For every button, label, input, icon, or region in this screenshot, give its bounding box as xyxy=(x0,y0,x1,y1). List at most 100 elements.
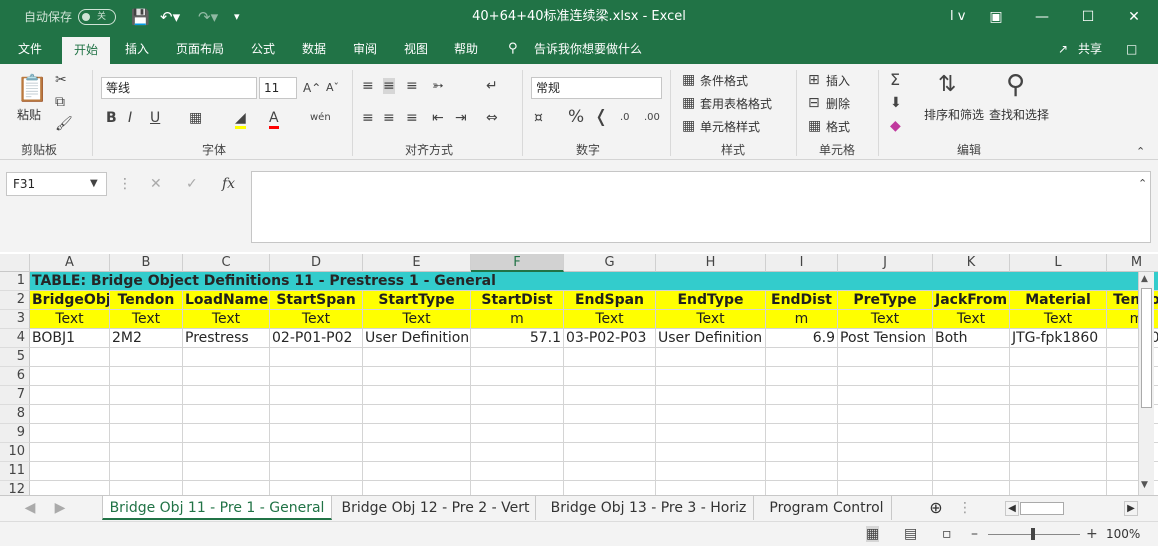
data-cell[interactable] xyxy=(471,367,564,386)
format-painter-icon[interactable]: 🖌 xyxy=(55,116,73,132)
tab-formulas[interactable]: 公式 xyxy=(251,34,275,64)
unit-cell[interactable]: Text xyxy=(838,310,933,329)
data-cell[interactable]: 2M2 xyxy=(110,329,183,348)
unit-cell[interactable]: Text xyxy=(933,310,1010,329)
unit-cell[interactable]: Text xyxy=(656,310,766,329)
data-cell[interactable] xyxy=(30,424,110,443)
data-cell[interactable] xyxy=(110,367,183,386)
data-cell[interactable] xyxy=(30,367,110,386)
data-cell[interactable] xyxy=(656,348,766,367)
data-cell[interactable] xyxy=(30,348,110,367)
row-header-5[interactable]: 5 xyxy=(0,348,30,367)
hscroll-left-icon[interactable]: ◀ xyxy=(1005,501,1019,516)
data-cell[interactable] xyxy=(656,443,766,462)
unit-cell[interactable]: Text xyxy=(1010,310,1107,329)
data-cell[interactable] xyxy=(363,424,471,443)
vscroll-thumb[interactable] xyxy=(1141,288,1152,408)
column-header-i[interactable]: I xyxy=(766,254,838,272)
column-header-k[interactable]: K xyxy=(933,254,1010,272)
column-title-cell[interactable]: EndSpan xyxy=(564,291,656,310)
unit-cell[interactable]: Text xyxy=(183,310,270,329)
data-cell[interactable] xyxy=(363,386,471,405)
data-cell[interactable] xyxy=(270,348,363,367)
row-header-9[interactable]: 9 xyxy=(0,424,30,443)
page-break-view-icon[interactable]: ▫ xyxy=(942,526,952,542)
cut-icon[interactable]: ✂ xyxy=(55,72,67,88)
data-cell[interactable] xyxy=(270,481,363,495)
data-cell[interactable] xyxy=(363,443,471,462)
data-cell[interactable] xyxy=(838,481,933,495)
data-cell[interactable] xyxy=(656,462,766,481)
row-header-2[interactable]: 2 xyxy=(0,291,30,310)
wrap-text-icon[interactable]: ↵ xyxy=(486,78,498,94)
row-header-6[interactable]: 6 xyxy=(0,367,30,386)
data-cell[interactable]: 6.9 xyxy=(766,329,838,348)
tab-help[interactable]: 帮助 xyxy=(454,34,478,64)
column-title-cell[interactable]: PreType xyxy=(838,291,933,310)
data-cell[interactable] xyxy=(838,424,933,443)
data-cell[interactable] xyxy=(564,367,656,386)
data-cell[interactable] xyxy=(270,424,363,443)
minimize-icon[interactable]: — xyxy=(1019,0,1065,34)
data-cell[interactable]: Prestress xyxy=(183,329,270,348)
data-cell[interactable] xyxy=(838,443,933,462)
data-cell[interactable] xyxy=(110,443,183,462)
sheet-tab[interactable]: Bridge Obj 12 - Pre 2 - Vert xyxy=(336,496,536,520)
data-cell[interactable] xyxy=(838,405,933,424)
data-cell[interactable] xyxy=(656,424,766,443)
add-sheet-icon[interactable]: ⊕ xyxy=(926,496,946,520)
cell-styles-button[interactable]: 单元格样式 xyxy=(700,118,760,135)
conditional-format-button[interactable]: 条件格式 xyxy=(700,72,748,89)
column-header-g[interactable]: G xyxy=(564,254,656,272)
data-cell[interactable] xyxy=(363,462,471,481)
tell-me-search[interactable]: 告诉我你想要做什么 xyxy=(534,34,642,64)
unit-cell[interactable]: Text xyxy=(564,310,656,329)
data-cell[interactable] xyxy=(471,462,564,481)
tab-insert[interactable]: 插入 xyxy=(125,34,149,64)
data-cell[interactable] xyxy=(471,481,564,495)
tab-file[interactable]: 文件 xyxy=(18,34,42,64)
conditional-format-icon[interactable]: ▦ xyxy=(682,72,695,88)
scroll-down-icon[interactable]: ▼ xyxy=(1141,480,1148,490)
data-cell[interactable]: Both xyxy=(933,329,1010,348)
data-cell[interactable]: User Definition xyxy=(656,329,766,348)
copy-icon[interactable]: ⧉ xyxy=(55,94,65,110)
data-cell[interactable] xyxy=(933,481,1010,495)
data-cell[interactable] xyxy=(30,443,110,462)
collapse-formula-icon[interactable]: ⌃ xyxy=(1138,176,1147,192)
data-cell[interactable] xyxy=(270,443,363,462)
fill-icon[interactable]: ⬇ xyxy=(890,95,902,111)
data-cell[interactable] xyxy=(110,348,183,367)
data-cell[interactable] xyxy=(270,462,363,481)
data-cell[interactable] xyxy=(1010,424,1107,443)
vertical-scrollbar[interactable]: ▲ ▼ xyxy=(1138,272,1154,495)
comments-icon[interactable]: □ xyxy=(1126,34,1137,64)
data-cell[interactable] xyxy=(110,481,183,495)
cell-styles-icon[interactable]: ▦ xyxy=(682,118,695,134)
data-cell[interactable] xyxy=(183,348,270,367)
data-cell[interactable] xyxy=(1010,405,1107,424)
enter-icon[interactable]: ✓ xyxy=(186,176,198,192)
namebox-dropdown-icon[interactable]: ▼ xyxy=(90,176,98,192)
row-header-10[interactable]: 10 xyxy=(0,443,30,462)
paste-button[interactable]: 粘贴 xyxy=(17,106,41,123)
data-cell[interactable] xyxy=(564,405,656,424)
data-cell[interactable]: 57.1 xyxy=(471,329,564,348)
decrease-indent-icon[interactable]: ⇤ xyxy=(432,110,444,126)
underline-icon[interactable]: U xyxy=(150,110,160,126)
data-cell[interactable]: User Definition xyxy=(363,329,471,348)
zoom-slider-thumb[interactable] xyxy=(1031,528,1035,540)
align-left-icon[interactable]: ≡ xyxy=(362,110,374,126)
format-cells-button[interactable]: 格式 xyxy=(826,118,850,135)
data-cell[interactable] xyxy=(656,481,766,495)
data-cell[interactable] xyxy=(471,348,564,367)
column-header-h[interactable]: H xyxy=(656,254,766,272)
unit-cell[interactable]: Text xyxy=(270,310,363,329)
data-cell[interactable] xyxy=(1010,367,1107,386)
grow-font-icon[interactable]: A⌃ xyxy=(303,80,321,96)
data-cell[interactable] xyxy=(270,367,363,386)
data-cell[interactable] xyxy=(183,367,270,386)
data-cell[interactable] xyxy=(766,424,838,443)
worksheet-grid[interactable]: A B C D E F G H I J K L M 1 TABLE: Bridge Object Defin… xyxy=(0,252,1158,495)
tab-home[interactable]: 开始 xyxy=(62,36,111,64)
